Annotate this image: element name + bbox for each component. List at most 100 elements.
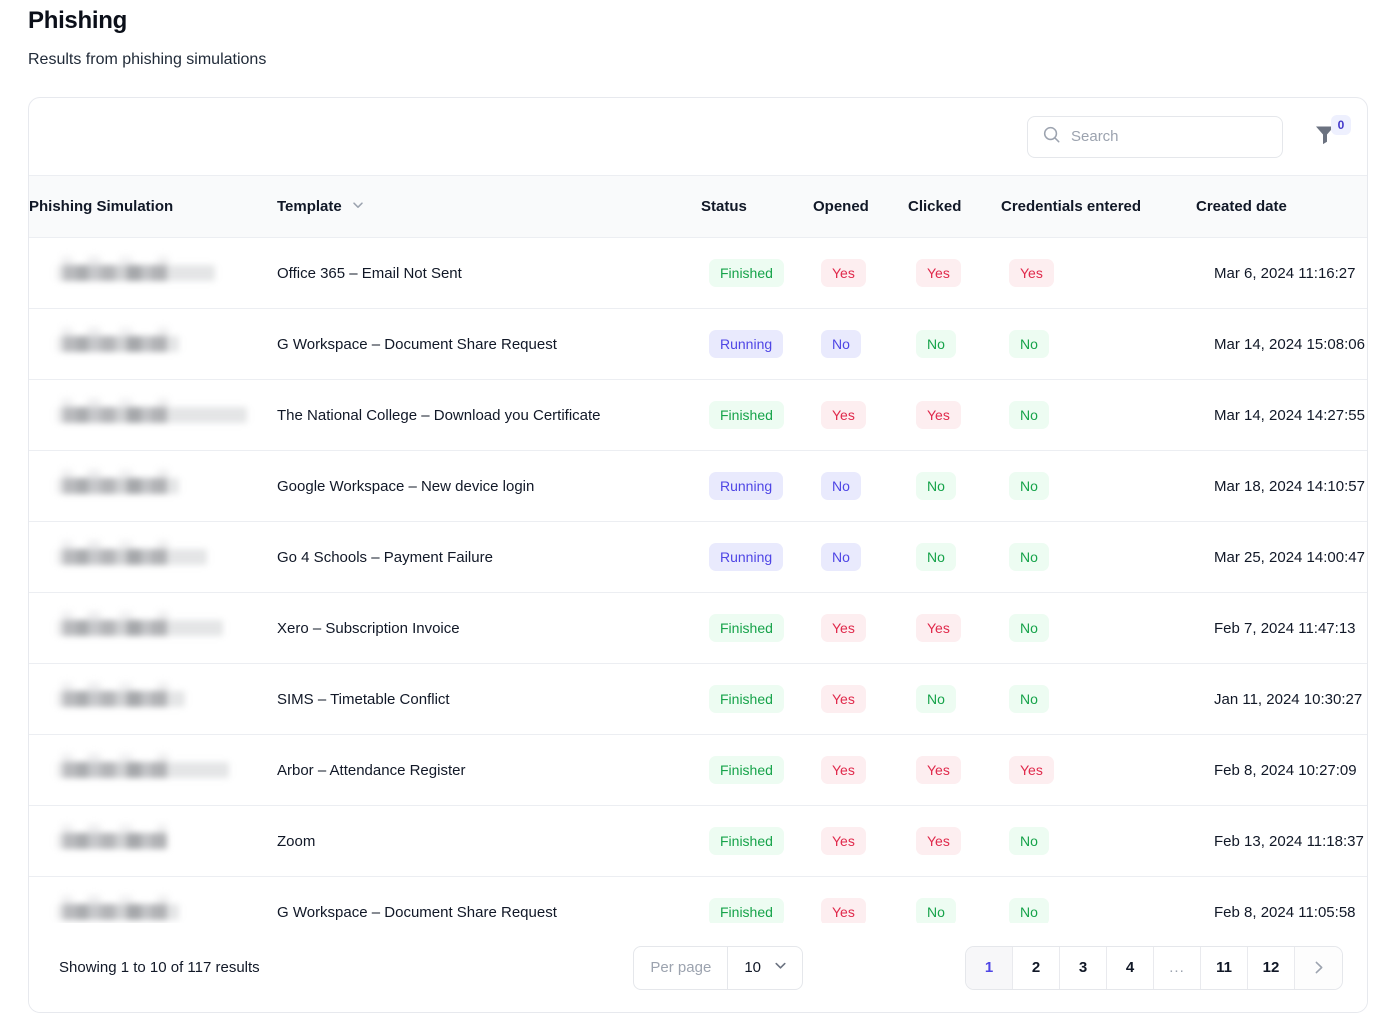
table-row[interactable]: The National College – Download you Cert… xyxy=(29,379,1367,451)
page-subtitle: Results from phishing simulations xyxy=(28,51,267,68)
status-badge: Yes xyxy=(821,685,866,713)
cell-template: The National College – Download you Cert… xyxy=(277,379,701,451)
status-badge: No xyxy=(821,330,861,358)
cell-clicked: No xyxy=(908,450,1001,522)
cell-simulation-redacted xyxy=(29,805,277,877)
status-badge: Yes xyxy=(821,827,866,855)
status-badge: No xyxy=(916,472,956,500)
column-header-simulation[interactable]: Phishing Simulation xyxy=(29,175,277,238)
search-input[interactable] xyxy=(1071,128,1268,145)
per-page-value: 10 xyxy=(744,959,761,976)
column-header-opened[interactable]: Opened xyxy=(813,175,908,238)
cell-credentials: No xyxy=(1001,521,1196,593)
table-row[interactable]: Office 365 – Email Not Sent Finished Yes Ye… xyxy=(29,237,1367,309)
cell-simulation-redacted xyxy=(29,592,277,664)
table-row[interactable]: Zoom Finished Yes Yes No Feb 13, 2024 11:18:3… xyxy=(29,805,1367,877)
cell-created-date: Mar 25, 2024 14:00:47 xyxy=(1196,521,1367,593)
redacted-text-block xyxy=(57,833,167,849)
status-badge: No xyxy=(821,472,861,500)
pagination-page-1[interactable]: 1 xyxy=(966,946,1013,989)
cell-status: Finished xyxy=(701,592,813,664)
pagination-page-2[interactable]: 2 xyxy=(1013,946,1060,989)
status-badge: Yes xyxy=(916,614,961,642)
column-header-credentials[interactable]: Credentials entered xyxy=(1001,175,1196,238)
pagination-next-button[interactable] xyxy=(1295,946,1342,989)
status-badge: Finished xyxy=(709,756,784,784)
column-header-clicked[interactable]: Clicked xyxy=(908,175,1001,238)
cell-clicked: Yes xyxy=(908,592,1001,664)
status-badge: Finished xyxy=(709,898,784,926)
status-badge: Yes xyxy=(821,756,866,784)
cell-simulation-redacted xyxy=(29,450,277,522)
table-toolbar: 0 xyxy=(29,98,1367,175)
table-row[interactable]: Arbor – Attendance Register Finished Yes Ye… xyxy=(29,734,1367,806)
cell-credentials: No xyxy=(1001,450,1196,522)
results-summary: Showing 1 to 10 of 117 results xyxy=(59,959,260,976)
cell-opened: No xyxy=(813,521,908,593)
status-badge: Finished xyxy=(709,827,784,855)
cell-template: Zoom xyxy=(277,805,701,877)
status-badge: No xyxy=(916,685,956,713)
status-badge: Yes xyxy=(821,401,866,429)
cell-status: Finished xyxy=(701,663,813,735)
pagination-page-3[interactable]: 3 xyxy=(1060,946,1107,989)
pagination-ellipsis: ... xyxy=(1154,946,1201,989)
status-badge: Yes xyxy=(916,401,961,429)
redacted-text-block xyxy=(57,691,185,707)
status-badge: No xyxy=(1009,614,1049,642)
status-badge: Yes xyxy=(821,614,866,642)
per-page-label: Per page xyxy=(634,946,729,989)
redacted-text-block xyxy=(57,265,215,281)
status-badge: No xyxy=(1009,827,1049,855)
status-badge: No xyxy=(916,898,956,926)
cell-status: Finished xyxy=(701,734,813,806)
cell-created-date: Mar 14, 2024 15:08:06 xyxy=(1196,308,1367,380)
per-page-select[interactable]: Per page 10 xyxy=(633,945,803,990)
cell-credentials: No xyxy=(1001,379,1196,451)
cell-clicked: Yes xyxy=(908,734,1001,806)
search-input-wrapper[interactable] xyxy=(1027,115,1283,158)
chevron-down-icon[interactable] xyxy=(351,198,365,216)
table-scroll-region: Phishing Simulation Template Status Open… xyxy=(29,175,1367,948)
table-row[interactable]: Google Workspace – New device login Runni… xyxy=(29,450,1367,522)
pagination-page-11[interactable]: 11 xyxy=(1201,946,1248,989)
status-badge: Yes xyxy=(916,259,961,287)
cell-template: Arbor – Attendance Register xyxy=(277,734,701,806)
column-header-created-date[interactable]: Created date xyxy=(1196,175,1367,238)
pagination-page-12[interactable]: 12 xyxy=(1248,946,1295,989)
status-badge: Finished xyxy=(709,259,784,287)
table-row[interactable]: Go 4 Schools – Payment Failure Running No N… xyxy=(29,521,1367,593)
cell-created-date: Feb 7, 2024 11:47:13 xyxy=(1196,592,1367,664)
status-badge: No xyxy=(1009,898,1049,926)
status-badge: No xyxy=(916,543,956,571)
status-badge: No xyxy=(1009,685,1049,713)
status-badge: Yes xyxy=(916,756,961,784)
column-header-status[interactable]: Status xyxy=(701,175,813,238)
filter-button[interactable]: 0 xyxy=(1303,114,1351,158)
table-row[interactable]: Xero – Subscription Invoice Finished Yes Ye… xyxy=(29,592,1367,664)
filter-count-badge: 0 xyxy=(1331,114,1351,135)
pagination-page-4[interactable]: 4 xyxy=(1107,946,1154,989)
redacted-text-block xyxy=(57,549,207,565)
status-badge: Finished xyxy=(709,614,784,642)
column-header-template-label: Template xyxy=(277,198,342,215)
table-footer: Showing 1 to 10 of 117 results Per page … xyxy=(29,923,1367,1012)
redacted-text-block xyxy=(57,336,179,352)
status-badge: Yes xyxy=(821,259,866,287)
table-row[interactable]: SIMS – Timetable Conflict Finished Yes No No… xyxy=(29,663,1367,735)
cell-status: Running xyxy=(701,521,813,593)
cell-opened: No xyxy=(813,308,908,380)
redacted-text-block xyxy=(57,904,179,920)
cell-clicked: Yes xyxy=(908,237,1001,309)
cell-created-date: Jan 11, 2024 10:30:27 xyxy=(1196,663,1367,735)
cell-created-date: Mar 6, 2024 11:16:27 xyxy=(1196,237,1367,309)
column-header-template[interactable]: Template xyxy=(277,175,701,238)
cell-created-date: Mar 14, 2024 14:27:55 xyxy=(1196,379,1367,451)
per-page-value-wrapper[interactable]: 10 xyxy=(728,947,802,989)
status-badge: No xyxy=(1009,472,1049,500)
phishing-results-card: 0 Phishing Simulation Template xyxy=(28,97,1368,1013)
redacted-text-block xyxy=(57,762,229,778)
chevron-down-icon[interactable] xyxy=(773,958,788,977)
pagination: 1 2 3 4... 11 12 xyxy=(965,945,1343,990)
table-row[interactable]: G Workspace – Document Share Request Runn… xyxy=(29,308,1367,380)
